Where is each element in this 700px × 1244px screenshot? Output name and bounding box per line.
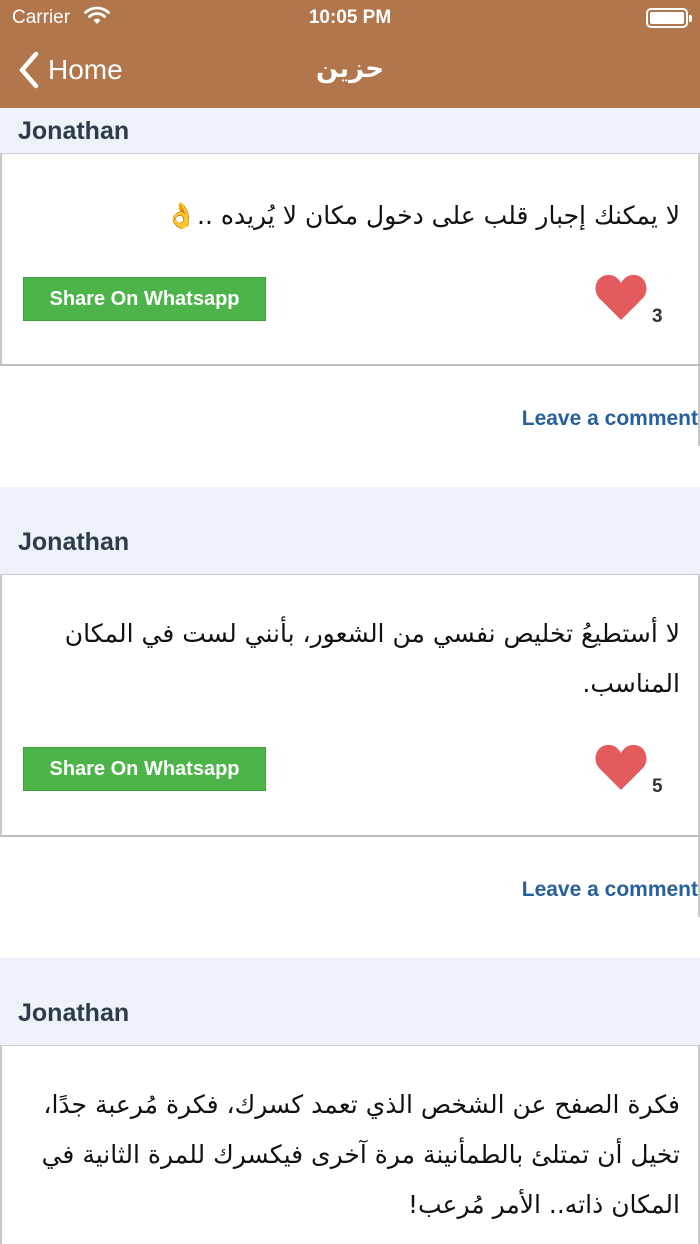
leave-comment-link[interactable]: Leave a comment (522, 878, 698, 902)
author-bar: Jonathan (0, 958, 700, 1046)
author-bar: Jonathan (0, 487, 700, 575)
like-count: 3 (652, 306, 663, 327)
share-whatsapp-button[interactable]: Share On Whatsapp (23, 277, 266, 321)
author-name: Jonathan (18, 528, 130, 556)
share-whatsapp-button[interactable]: Share On Whatsapp (23, 747, 266, 791)
author-name: Jonathan (18, 999, 130, 1027)
post-text: فكرة الصفح عن الشخص الذي تعمد كسرك، فكرة… (41, 1090, 680, 1219)
heart-icon[interactable] (594, 272, 648, 322)
leave-comment-link[interactable]: Leave a comment (522, 407, 698, 431)
author-name: Jonathan (18, 117, 130, 145)
post-text: لا يمكنك إجبار قلب على دخول مكان لا يُري… (165, 201, 680, 230)
battery-icon (646, 8, 692, 28)
heart-icon[interactable] (594, 742, 648, 792)
clock: 10:05 PM (308, 7, 392, 28)
author-bar: Jonathan (0, 108, 700, 154)
like-count: 5 (652, 776, 663, 797)
app-header: Carrier 10:05 PM Home حزين (0, 0, 700, 108)
posts-feed[interactable]: Jonathan لا يمكنك إجبار قلب على دخول مكا… (0, 108, 700, 1244)
page-title: حزين (315, 54, 385, 84)
navigation-bar: Home حزين (0, 36, 700, 108)
post-text: لا أستطيعُ تخليص نفسي من الشعور، بأنني ل… (64, 619, 680, 698)
status-bar: Carrier 10:05 PM (0, 0, 700, 36)
